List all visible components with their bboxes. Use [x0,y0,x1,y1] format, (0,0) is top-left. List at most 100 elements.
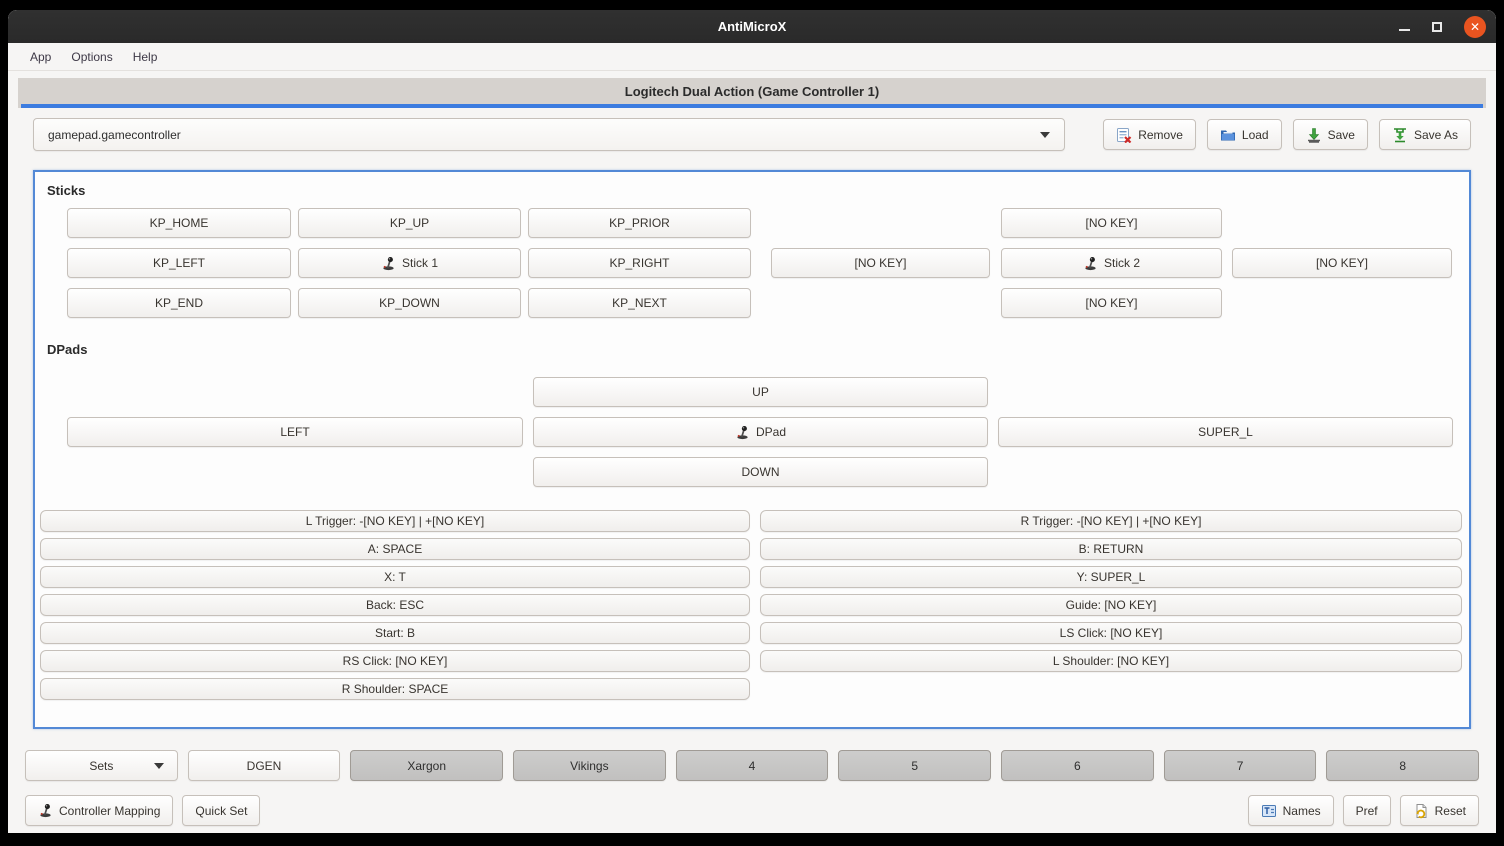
stick2-center-button[interactable]: Stick 2 [1001,248,1222,278]
window-title: AntiMicroX [718,19,787,34]
sticks-row-1: KP_HOME KP_UP KP_PRIOR [NO KEY] [35,208,1469,238]
stick1-up-right-button[interactable]: KP_PRIOR [528,208,751,238]
stick1-left-button[interactable]: KP_LEFT [67,248,291,278]
dpad-down-button[interactable]: DOWN [533,457,988,487]
controller-tab[interactable]: Logitech Dual Action (Game Controller 1) [18,78,1486,108]
stick1-up-left-button[interactable]: KP_HOME [67,208,291,238]
dpad-label: DPad [756,425,786,439]
set-tab-7[interactable]: 7 [1164,750,1317,781]
save-icon [1306,127,1322,143]
set-tab-2[interactable]: Xargon [350,750,503,781]
stick1-center-button[interactable]: Stick 1 [298,248,521,278]
footer-bar: Controller Mapping Quick Set Names Pref [25,795,1479,826]
assignments-empty-cell [760,678,1462,700]
dpad-row-2: LEFT DPad SUPER_L [35,417,1469,447]
chevron-down-icon [154,763,164,769]
stick2-label: Stick 2 [1104,256,1140,270]
profile-toolbar: gamepad.gamecontroller Remove [33,118,1471,151]
load-button-label: Load [1242,128,1269,142]
minimize-icon[interactable] [1399,29,1410,31]
dpad-left-button[interactable]: LEFT [67,417,523,447]
x-button[interactable]: X: T [40,566,750,588]
joystick-icon [38,803,53,818]
set-tab-4[interactable]: 4 [676,750,829,781]
sticks-row-3: KP_END KP_DOWN KP_NEXT [NO KEY] [35,288,1469,318]
dpad-up-button[interactable]: UP [533,377,988,407]
names-icon [1261,803,1277,819]
menu-options[interactable]: Options [61,46,122,68]
reset-icon [1413,803,1429,819]
stick2-left-button[interactable]: [NO KEY] [771,248,990,278]
set-tab-5[interactable]: 5 [838,750,991,781]
ls-click-button[interactable]: LS Click: [NO KEY] [760,622,1462,644]
stick1-up-button[interactable]: KP_UP [298,208,521,238]
start-button[interactable]: Start: B [40,622,750,644]
l-shoulder-button[interactable]: L Shoulder: [NO KEY] [760,650,1462,672]
profile-select-value: gamepad.gamecontroller [48,128,181,142]
stick1-down-button[interactable]: KP_DOWN [298,288,521,318]
controller-mapping-label: Controller Mapping [59,804,160,818]
dpad-right-button[interactable]: SUPER_L [998,417,1453,447]
y-button[interactable]: Y: SUPER_L [760,566,1462,588]
titlebar: AntiMicroX ✕ [8,10,1496,43]
mapping-panel: Sticks KP_HOME KP_UP KP_PRIOR [NO KEY] K… [33,170,1471,729]
names-button[interactable]: Names [1248,795,1334,826]
stick1-down-left-button[interactable]: KP_END [67,288,291,318]
reset-button-label: Reset [1435,804,1466,818]
profile-select[interactable]: gamepad.gamecontroller [33,118,1065,151]
menu-bar: App Options Help [8,43,1496,71]
joystick-icon [381,256,396,271]
app-window: AntiMicroX ✕ App Options Help Logitech D… [8,10,1496,833]
dpad-row-3: DOWN [35,457,1469,487]
dpad-row-1: UP [35,377,1469,407]
a-button[interactable]: A: SPACE [40,538,750,560]
l-trigger-button[interactable]: L Trigger: -[NO KEY] | +[NO KEY] [40,510,750,532]
save-button[interactable]: Save [1293,119,1368,150]
save-as-button-label: Save As [1414,128,1458,142]
joystick-icon [1083,256,1098,271]
profile-actions: Remove Load Save [1103,119,1471,150]
menu-help[interactable]: Help [123,46,168,68]
menu-app[interactable]: App [20,46,61,68]
stick2-down-button[interactable]: [NO KEY] [1001,288,1222,318]
save-button-label: Save [1328,128,1355,142]
stick1-right-button[interactable]: KP_RIGHT [528,248,751,278]
sticks-section-label: Sticks [47,183,1469,198]
rs-click-button[interactable]: RS Click: [NO KEY] [40,650,750,672]
stick2-right-button[interactable]: [NO KEY] [1232,248,1452,278]
controller-tab-label: Logitech Dual Action (Game Controller 1) [625,84,879,99]
b-button[interactable]: B: RETURN [760,538,1462,560]
set-tab-1[interactable]: DGEN [188,750,341,781]
sets-menu-button[interactable]: Sets [25,750,178,781]
set-tab-6[interactable]: 6 [1001,750,1154,781]
chevron-down-icon [1040,132,1050,138]
remove-button[interactable]: Remove [1103,119,1196,150]
save-as-icon [1392,127,1408,143]
r-shoulder-button[interactable]: R Shoulder: SPACE [40,678,750,700]
save-as-button[interactable]: Save As [1379,119,1471,150]
set-tab-8[interactable]: 8 [1326,750,1479,781]
footer-left-group: Controller Mapping Quick Set [25,795,260,826]
guide-button[interactable]: Guide: [NO KEY] [760,594,1462,616]
tab-active-indicator [21,104,1483,108]
stick1-label: Stick 1 [402,256,438,270]
maximize-icon[interactable] [1432,22,1442,32]
pref-button[interactable]: Pref [1343,795,1391,826]
button-assignments: L Trigger: -[NO KEY] | +[NO KEY] R Trigg… [35,510,1469,700]
folder-icon [1220,127,1236,143]
sets-row: Sets DGEN Xargon Vikings 4 5 6 7 8 [25,750,1479,781]
joystick-icon [735,425,750,440]
reset-button[interactable]: Reset [1400,795,1479,826]
dpad-center-button[interactable]: DPad [533,417,988,447]
back-button[interactable]: Back: ESC [40,594,750,616]
controller-mapping-button[interactable]: Controller Mapping [25,795,173,826]
stick2-up-button[interactable]: [NO KEY] [1001,208,1222,238]
sets-menu-label: Sets [89,759,113,773]
r-trigger-button[interactable]: R Trigger: -[NO KEY] | +[NO KEY] [760,510,1462,532]
set-tab-3[interactable]: Vikings [513,750,666,781]
load-button[interactable]: Load [1207,119,1282,150]
quick-set-button[interactable]: Quick Set [182,795,260,826]
names-button-label: Names [1283,804,1321,818]
close-icon[interactable]: ✕ [1464,16,1486,38]
stick1-down-right-button[interactable]: KP_NEXT [528,288,751,318]
